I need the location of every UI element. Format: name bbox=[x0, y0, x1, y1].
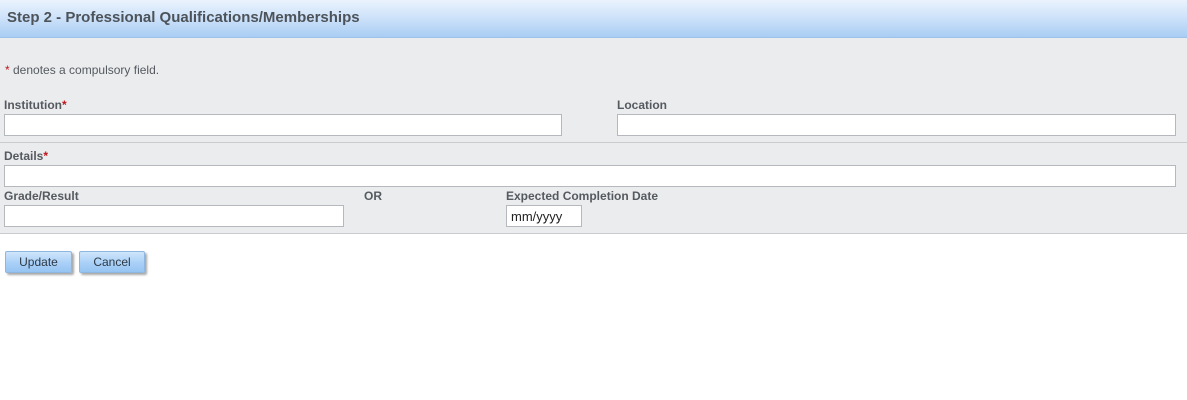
update-button[interactable]: Update bbox=[5, 251, 72, 273]
or-label: OR bbox=[364, 189, 382, 203]
details-label-text: Details bbox=[4, 149, 44, 163]
section-divider bbox=[0, 142, 1187, 143]
completion-date-input[interactable] bbox=[506, 205, 582, 227]
page-header: Step 2 - Professional Qualifications/Mem… bbox=[0, 0, 1187, 38]
institution-required-star: * bbox=[61, 98, 67, 112]
required-note-text: denotes a compulsory field. bbox=[9, 63, 160, 77]
location-label: Location bbox=[617, 98, 667, 112]
page-title: Step 2 - Professional Qualifications/Mem… bbox=[7, 9, 360, 26]
institution-label-text: Institution bbox=[4, 98, 62, 112]
cancel-button[interactable]: Cancel bbox=[79, 251, 145, 273]
details-label: Details* bbox=[4, 149, 48, 163]
grade-label: Grade/Result bbox=[4, 189, 79, 203]
details-input[interactable] bbox=[4, 165, 1176, 187]
location-input[interactable] bbox=[617, 114, 1176, 136]
grade-input[interactable] bbox=[4, 205, 344, 227]
institution-input[interactable] bbox=[4, 114, 562, 136]
details-required-star: * bbox=[43, 149, 49, 163]
required-note: * denotes a compulsory field. bbox=[5, 63, 159, 77]
institution-label: Institution* bbox=[4, 98, 67, 112]
completion-date-label: Expected Completion Date bbox=[506, 189, 659, 203]
form-bottom-divider bbox=[0, 233, 1187, 234]
